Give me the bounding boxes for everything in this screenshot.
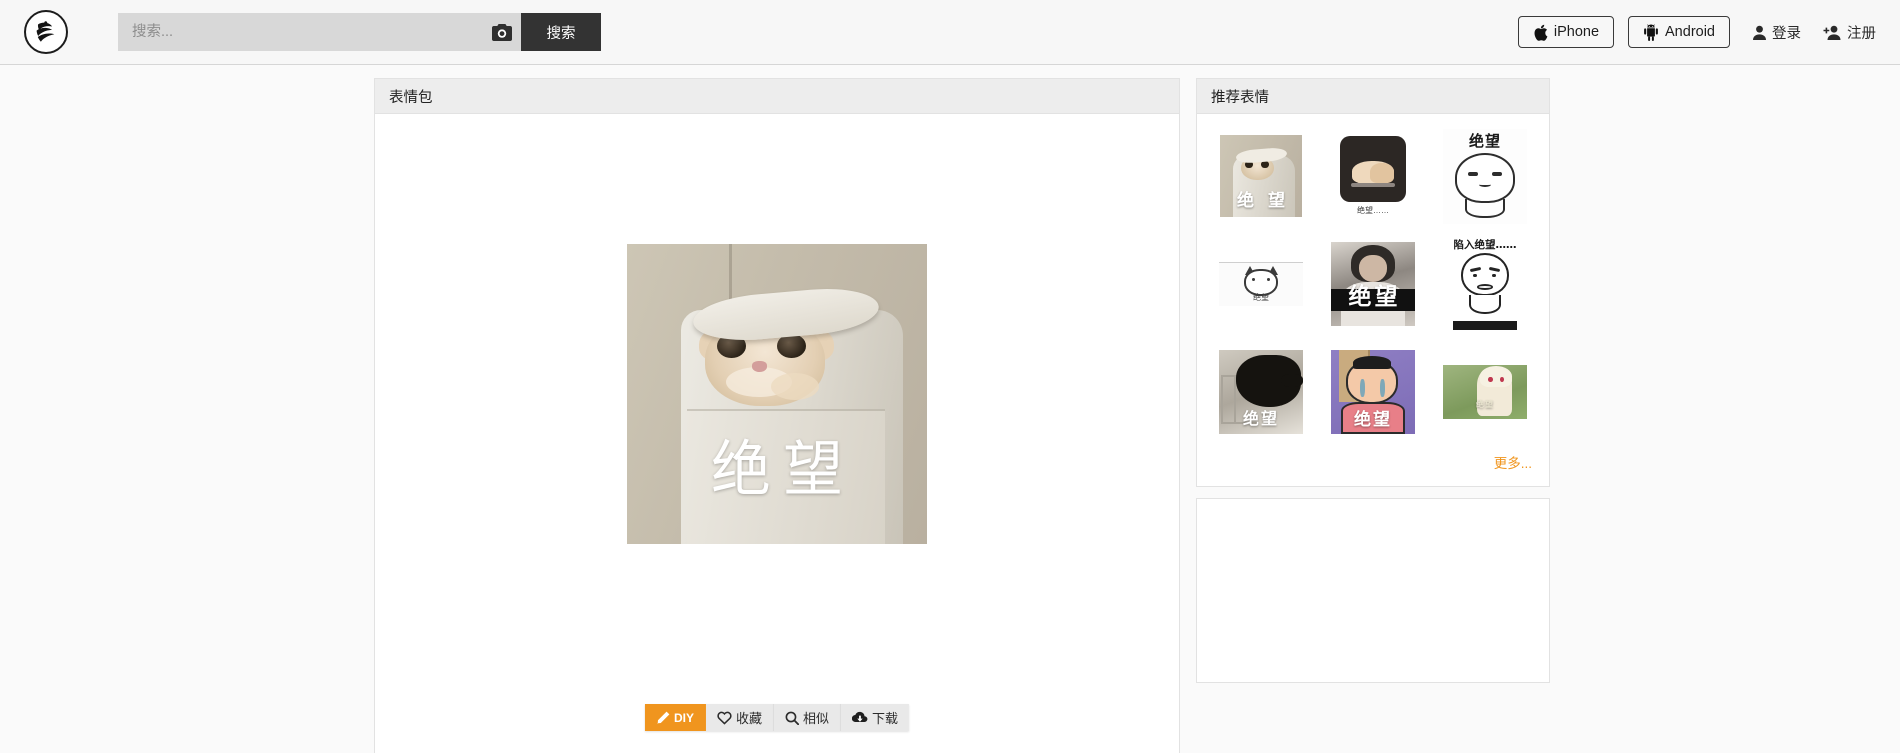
thumbnail-sketch-man: 陷入绝望…… [1445,236,1525,332]
main-column: 表情包 绝望 DIY 收藏 相似 下载 [374,78,1180,753]
register-link[interactable]: 注册 [1823,22,1876,43]
android-icon [1644,23,1658,41]
favorite-button[interactable]: 收藏 [705,704,774,731]
recommend-item[interactable]: 绝望 [1434,126,1536,226]
iphone-app-button[interactable]: iPhone [1517,16,1615,48]
image-cat-cheek [771,373,819,400]
similar-label: 相似 [803,711,830,726]
thumbnail-dark-dog [1340,136,1406,202]
thumbnail-cat-in-bin: 绝 望 [1220,135,1302,217]
iphone-app-label: iPhone [1553,24,1600,40]
register-label: 注册 [1847,25,1876,42]
thumbnail-white-blob: 绝望 [1443,128,1527,224]
thumbnail-caption: 陷入绝望…… [1453,239,1517,252]
heart-icon [717,711,732,725]
recommend-item[interactable]: 绝望 [1210,234,1312,334]
login-label: 登录 [1772,25,1801,42]
recommend-item[interactable]: 绝望 [1210,342,1312,442]
more-link[interactable]: 更多... [1494,456,1532,471]
favorite-label: 收藏 [735,711,762,726]
emoji-panel-header: 表情包 [375,79,1179,114]
more-row: 更多... [1197,446,1549,486]
recommend-panel: 推荐表情 绝 望 绝望…… 绝望 绝望 绝望 陷入绝望…… 绝望 绝望 绝望 更… [1196,78,1550,487]
recommend-item[interactable]: 绝望…… [1322,126,1424,226]
recommend-panel-body: 绝 望 绝望…… 绝望 绝望 绝望 陷入绝望…… 绝望 绝望 绝望 更多... [1197,114,1549,486]
thumbnail-crying-man: 绝望 [1331,350,1415,434]
search-submit-button[interactable]: 搜索 [521,13,601,51]
logo-glyph-icon [36,21,55,42]
action-bar: DIY 收藏 相似 下载 [644,704,910,731]
thumbnail-black-cat: 绝望 [1219,350,1303,434]
diy-button[interactable]: DIY [644,704,706,731]
emoji-panel: 表情包 绝望 DIY 收藏 相似 下载 [374,78,1180,753]
recommend-item[interactable]: 绝望 [1322,342,1424,442]
sidebar-column: 推荐表情 绝 望 绝望…… 绝望 绝望 绝望 陷入绝望…… 绝望 绝望 绝望 更… [1196,78,1550,683]
recommend-item[interactable]: 绝 望 [1210,126,1312,226]
search-area: 搜索 [118,13,601,51]
image-cat-nose [751,361,767,372]
search-input[interactable] [118,13,521,51]
page-body: 表情包 绝望 DIY 收藏 相似 下载 推荐表情 绝 望 绝望…… 绝望 绝望 … [0,65,1900,753]
image-bin-front [687,409,885,544]
main-emoji-image[interactable]: 绝望 [627,244,927,544]
recommend-grid: 绝 望 绝望…… 绝望 绝望 绝望 陷入绝望…… 绝望 绝望 绝望 [1197,114,1549,446]
download-button[interactable]: 下载 [841,704,910,731]
user-icon [1753,25,1766,40]
user-plus-icon [1823,25,1841,40]
thumbnail-anime-girl: 绝望 [1443,365,1527,419]
android-app-label: Android [1665,24,1715,40]
recommend-item[interactable]: 绝望 [1322,234,1424,334]
diy-label: DIY [673,710,694,725]
site-logo[interactable] [24,10,68,54]
camera-search-button[interactable] [491,22,513,42]
page-title: 表情包 [389,89,433,106]
similar-button[interactable]: 相似 [774,704,842,731]
camera-icon [492,23,512,41]
pencil-icon [656,711,670,724]
apple-icon [1534,24,1548,41]
site-header: 搜索 iPhone [0,0,1900,65]
image-cat-eye-right [777,334,806,358]
download-label: 下载 [872,711,899,726]
thumbnail-caption: 绝望 [1468,132,1501,151]
recommend-title: 推荐表情 [1211,89,1269,106]
recommend-item[interactable]: 陷入绝望…… [1434,234,1536,334]
search-box[interactable] [118,13,521,51]
android-app-button[interactable]: Android [1628,16,1730,48]
download-cloud-icon [852,711,868,722]
secondary-sidebar-panel [1196,498,1550,683]
thumbnail-photo-person: 绝望 [1331,242,1415,326]
magnifier-icon [785,711,799,725]
recommend-panel-header: 推荐表情 [1197,79,1549,114]
login-link[interactable]: 登录 [1752,22,1801,43]
thumbnail-caption: 绝望…… [1357,206,1389,215]
emoji-panel-body: 绝望 DIY 收藏 相似 下载 [375,114,1179,753]
recommend-item[interactable]: 绝望 [1434,342,1536,442]
thumbnail-line-cat: 绝望 [1219,262,1303,306]
header-right-area: iPhone Android 登录 注册 [1517,16,1876,48]
